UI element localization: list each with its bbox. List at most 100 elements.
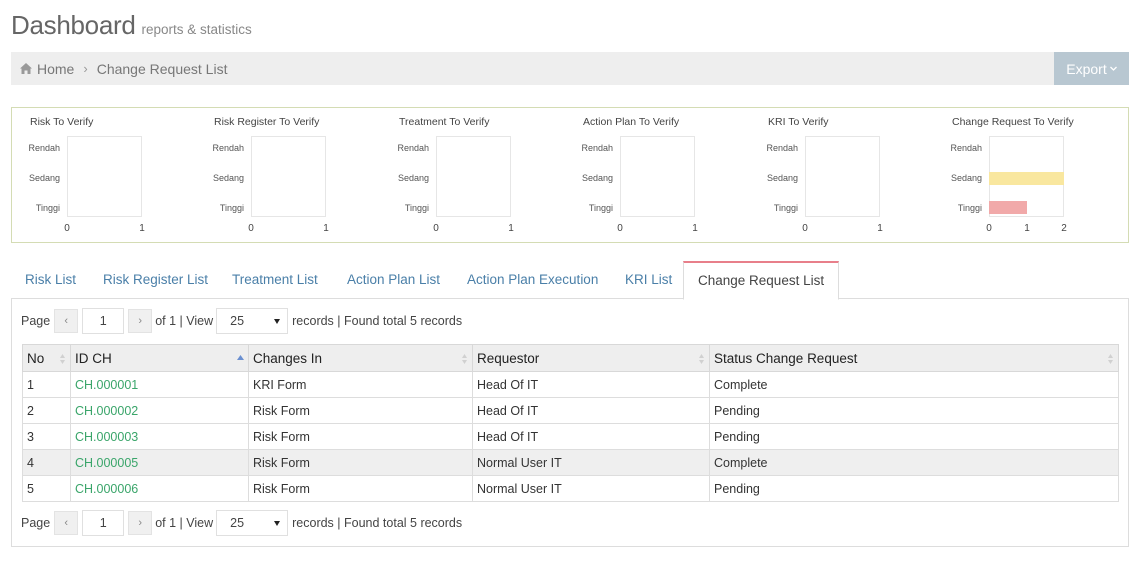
change-request-id-link[interactable]: CH.000001 [75, 378, 138, 392]
cell-requestor: Head Of IT [472, 397, 710, 424]
verify-chart: Risk Register To Verify Rendah Sedang Tingg… [196, 108, 376, 242]
chart-category-label: Sedang [212, 173, 244, 183]
tab-risk-list[interactable]: Risk List [25, 261, 76, 299]
cell-no: 5 [22, 475, 71, 502]
tab-treatment-list[interactable]: Treatment List [232, 261, 318, 299]
chevron-down-icon [1109, 66, 1117, 71]
next-page-button[interactable]: › [128, 309, 153, 333]
table-row[interactable]: 5 CH.000006 Risk Form Normal User IT Pending [22, 475, 1119, 502]
page-subtitle: reports & statistics [141, 22, 252, 37]
chart-bar [989, 172, 1064, 185]
chart-category-label: Sedang [28, 173, 60, 183]
change-request-id-link[interactable]: CH.000003 [75, 430, 138, 444]
sort-icon [699, 354, 704, 364]
cell-requestor: Head Of IT [472, 423, 710, 450]
page-number-input[interactable] [82, 510, 125, 536]
prev-page-button[interactable]: ‹ [54, 309, 79, 333]
tab-action-plan-execution[interactable]: Action Plan Execution [467, 261, 598, 299]
cell-status: Pending [709, 397, 1119, 424]
caret-down-icon [274, 520, 281, 526]
chart-category-label: Sedang [397, 173, 429, 183]
chart-x-tick: 0 [64, 223, 70, 234]
breadcrumb-current: Change Request List [96, 60, 228, 77]
chart-category-label: Sedang [950, 173, 982, 183]
page-size-value: 25 [230, 516, 245, 530]
table-row[interactable]: 1 CH.000001 KRI Form Head Of IT Complete [22, 371, 1119, 398]
table-row[interactable]: 3 CH.000003 Risk Form Head Of IT Pending [22, 423, 1119, 450]
verify-chart: Action Plan To Verify Rendah Sedang Tinggi 0… [565, 108, 745, 242]
table-row[interactable]: 2 CH.000002 Risk Form Head Of IT Pending [22, 397, 1119, 424]
page-title: Dashboard [11, 10, 136, 40]
chart-category-label: Tinggi [773, 203, 798, 213]
chart-bar [989, 201, 1027, 214]
sort-icon [462, 354, 467, 364]
breadcrumb-home-link[interactable]: Home [37, 61, 74, 77]
cell-status: Pending [709, 475, 1119, 502]
pager-bottom: Page ‹ › of 1 | View 25 records | Found … [21, 510, 462, 536]
verify-chart: Risk To Verify Rendah Sedang Tinggi 0 1 [12, 108, 192, 242]
chart-x-tick: 1 [877, 223, 883, 234]
cell-no: 4 [22, 449, 71, 476]
chart-plot-area [67, 136, 142, 217]
chart-category-label: Tinggi [588, 203, 613, 213]
tab-change-request-list[interactable]: Change Request List [683, 261, 840, 300]
verify-chart: Change Request To Verify Rendah Sedang Ting… [934, 108, 1114, 242]
page-size-select[interactable]: 25 [216, 510, 289, 536]
change-request-id-link[interactable]: CH.000006 [75, 482, 138, 496]
change-request-id-link[interactable]: CH.000005 [75, 456, 138, 470]
pager-page-label: Page [21, 314, 51, 328]
cell-id-ch: CH.000005 [70, 449, 249, 476]
column-header-changes-in[interactable]: Changes In [248, 344, 473, 372]
chart-category-label: Tinggi [404, 203, 429, 213]
list-tabs: Risk List Risk Register List Treatment Lis… [11, 261, 1129, 300]
chart-title: Risk Register To Verify [214, 116, 320, 128]
chart-category-label: Sedang [766, 173, 798, 183]
chart-title: Change Request To Verify [952, 116, 1074, 128]
chart-category-label: Tinggi [957, 203, 982, 213]
chart-x-tick: 0 [986, 223, 992, 234]
chart-category-label: Tinggi [35, 203, 60, 213]
sort-icon [60, 354, 65, 364]
tab-risk-register-list[interactable]: Risk Register List [103, 261, 208, 299]
column-header-id-ch[interactable]: ID CH [70, 344, 249, 372]
sort-icon [1108, 354, 1113, 364]
chart-category-label: Rendah [581, 143, 613, 153]
page-size-select[interactable]: 25 [216, 308, 289, 334]
column-header-requestor[interactable]: Requestor [472, 344, 710, 372]
tab-action-plan-list[interactable]: Action Plan List [347, 261, 440, 299]
cell-no: 3 [22, 423, 71, 450]
cell-id-ch: CH.000002 [70, 397, 249, 424]
chart-category-label: Rendah [212, 143, 244, 153]
prev-page-button[interactable]: ‹ [54, 511, 79, 535]
verify-charts-panel: Risk To Verify Rendah Sedang Tinggi 0 1 Risk R… [11, 107, 1129, 243]
chart-title: KRI To Verify [768, 116, 829, 128]
breadcrumb-bar: Home › Change Request List Export [11, 52, 1129, 85]
page-header: Dashboard reports & statistics [11, 10, 252, 41]
caret-down-icon [274, 318, 281, 324]
cell-status: Complete [709, 371, 1119, 398]
cell-changes-in: Risk Form [248, 397, 473, 424]
chart-title: Action Plan To Verify [583, 116, 680, 128]
cell-changes-in: Risk Form [248, 449, 473, 476]
chart-x-tick: 1 [323, 223, 329, 234]
page-size-value: 25 [230, 314, 245, 328]
chart-x-tick: 0 [433, 223, 439, 234]
sort-ascending-icon [237, 355, 244, 360]
tab-kri-list[interactable]: KRI List [625, 261, 672, 299]
next-page-button[interactable]: › [128, 511, 153, 535]
chart-x-tick: 0 [248, 223, 254, 234]
table-header-row: No ID CH Changes In Requestor Status Cha… [22, 344, 1119, 372]
change-request-id-link[interactable]: CH.000002 [75, 404, 138, 418]
cell-no: 2 [22, 397, 71, 424]
verify-chart: KRI To Verify Rendah Sedang Tinggi 0 1 [750, 108, 930, 242]
column-header-status[interactable]: Status Change Request [709, 344, 1119, 372]
chart-category-label: Sedang [581, 173, 613, 183]
page-number-input[interactable] [82, 308, 125, 334]
table-row[interactable]: 4 CH.000005 Risk Form Normal User IT Complet… [22, 449, 1119, 476]
column-header-no[interactable]: No [22, 344, 71, 372]
verify-chart: Treatment To Verify Rendah Sedang Tinggi 0 1 [381, 108, 561, 242]
export-button[interactable]: Export [1054, 52, 1129, 85]
export-button-label: Export [1066, 60, 1107, 77]
pager-of-label: of 1 | View [155, 516, 214, 530]
cell-status: Pending [709, 423, 1119, 450]
